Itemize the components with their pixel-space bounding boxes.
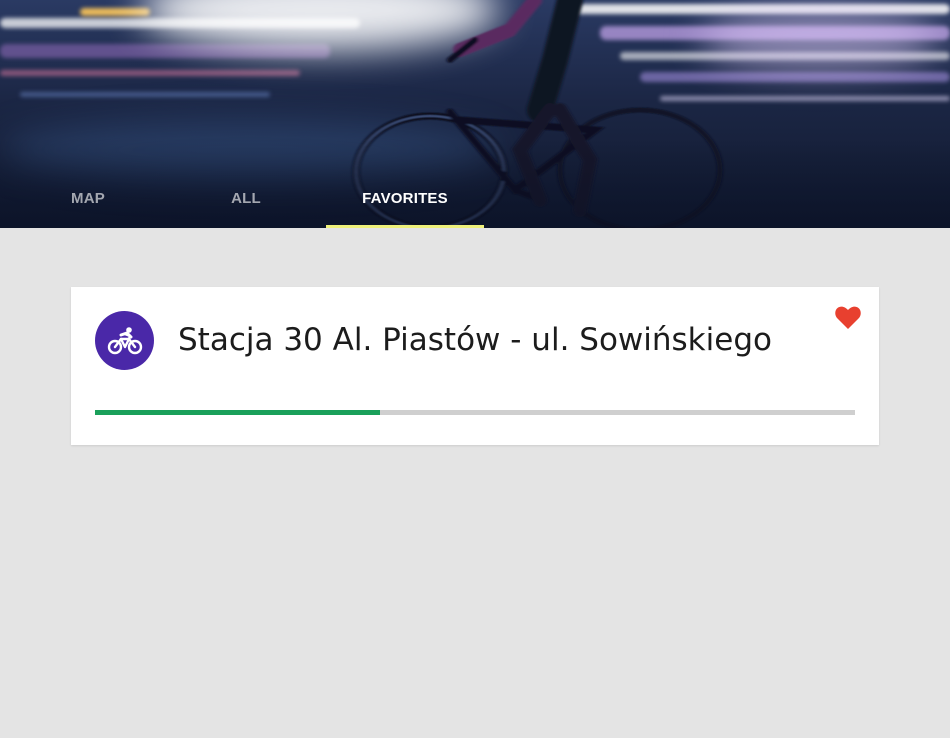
heart-icon[interactable]: [835, 306, 861, 330]
light-streak: [20, 92, 270, 97]
tab-bar: MAP ALL FAVORITES: [0, 176, 950, 228]
availability-bar-fill: [95, 410, 380, 415]
station-name: Stacja 30 Al. Piastów - ul. Sowińskiego: [178, 322, 772, 358]
tab-map[interactable]: MAP: [40, 176, 136, 228]
bike-icon: [107, 326, 142, 354]
tab-favorites[interactable]: FAVORITES: [326, 176, 484, 228]
availability-bar: [95, 410, 855, 415]
station-card[interactable]: Stacja 30 Al. Piastów - ul. Sowińskiego: [71, 287, 879, 445]
active-tab-indicator: [326, 225, 484, 228]
header-banner: MAP ALL FAVORITES: [0, 0, 950, 228]
light-streak: [0, 70, 300, 76]
station-avatar: [95, 311, 154, 370]
tab-all[interactable]: ALL: [198, 176, 294, 228]
